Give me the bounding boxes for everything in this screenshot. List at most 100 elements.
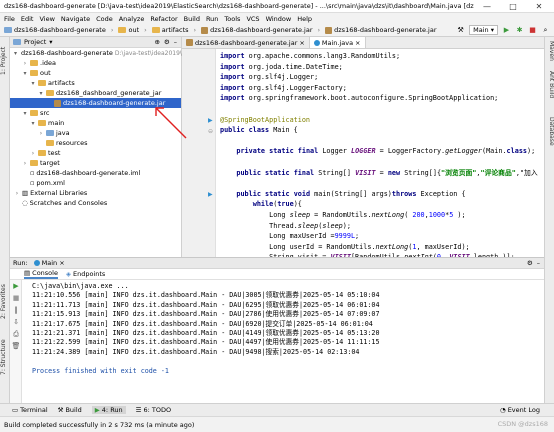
scroll-end-icon[interactable]: ⇩: [10, 316, 22, 328]
menu-item-code[interactable]: Code: [96, 15, 113, 23]
hide-icon[interactable]: –: [537, 259, 540, 267]
code-line[interactable]: public static final String[] VISIT = new…: [220, 168, 544, 179]
breadcrumb-item[interactable]: out: [128, 26, 139, 34]
code-line[interactable]: public class Main {: [220, 125, 544, 136]
breadcrumb-item[interactable]: artifacts: [162, 26, 189, 34]
code-line[interactable]: import org.joda.time.DateTime;: [220, 62, 544, 73]
tree-item[interactable]: ◌ Scratches and Consoles: [10, 198, 181, 208]
tree-item[interactable]: ▾ dzs168-dashboard-generate D:\java-test\i…: [10, 48, 208, 58]
minimize-button[interactable]: —: [474, 2, 500, 11]
code-line[interactable]: public static void main(String[] args)th…: [220, 189, 544, 200]
code-line[interactable]: [220, 178, 544, 189]
close-button[interactable]: ✕: [526, 2, 552, 11]
chevron-icon[interactable]: ›: [22, 160, 28, 167]
tree-item[interactable]: › .idea: [10, 58, 181, 68]
print-icon[interactable]: ⎙: [10, 328, 22, 340]
tab-todo[interactable]: ☰ 6: TODO: [136, 406, 171, 414]
tool-tab-ant[interactable]: Ant Build: [545, 71, 554, 111]
menu-item-tools[interactable]: Tools: [224, 15, 240, 23]
rerun-icon[interactable]: ▶: [10, 280, 22, 292]
menu-item-help[interactable]: Help: [297, 15, 312, 23]
menu-item-window[interactable]: Window: [266, 15, 292, 23]
chevron-down-icon[interactable]: ▾: [49, 38, 52, 46]
fold-icon[interactable]: ⊖: [208, 128, 213, 135]
settings-icon[interactable]: ⚙: [164, 38, 170, 46]
code-line[interactable]: import org.apache.commons.lang3.RandomUt…: [220, 51, 544, 62]
tab-main-java[interactable]: Main.java ×: [309, 37, 366, 48]
tool-tab-project[interactable]: 1: Project: [0, 41, 10, 81]
code-line[interactable]: Thread.sleep(sleep);: [220, 221, 544, 232]
run-gutter-icon[interactable]: ▶: [208, 117, 213, 124]
run-gutter-icon[interactable]: ▶: [208, 191, 213, 198]
tree-item[interactable]: ▾ dzs168_dashboard_generate_jar: [10, 88, 181, 98]
tab-endpoints[interactable]: ◈ Endpoints: [66, 270, 105, 278]
project-panel-title[interactable]: Project: [24, 38, 46, 46]
tree-item[interactable]: ▫ pom.xml: [10, 178, 181, 188]
close-icon[interactable]: ×: [299, 39, 304, 47]
run-icon[interactable]: ▶: [502, 26, 511, 35]
chevron-icon[interactable]: ›: [30, 150, 36, 157]
code-line[interactable]: Long userId = RandomUtils.nextLong(1, ma…: [220, 242, 544, 253]
tool-tab-maven[interactable]: Maven: [545, 41, 554, 65]
tool-tab-structure[interactable]: 7: Structure: [0, 337, 10, 377]
breadcrumb-item[interactable]: dzs168-dashboard-generate.jar: [210, 26, 312, 34]
code-line[interactable]: [220, 136, 544, 147]
pause-icon[interactable]: ‖: [10, 304, 22, 316]
tree-item[interactable]: ▾ artifacts: [10, 78, 181, 88]
console-output[interactable]: C:\java\bin\java.exe ... 11:21:10.556 [ma…: [32, 282, 379, 376]
chevron-icon[interactable]: ▾: [30, 120, 36, 127]
menu-item-vcs[interactable]: VCS: [246, 15, 259, 23]
code-line[interactable]: import org.slf4j.LoggerFactory;: [220, 83, 544, 94]
code-editor[interactable]: ▶ ▶ ⊖ import org.apache.commons.lang3.Ra…: [182, 49, 544, 257]
chevron-icon[interactable]: ▾: [22, 70, 28, 77]
hammer-icon[interactable]: ⚒: [456, 26, 465, 35]
run-config-tab[interactable]: Main ×: [33, 259, 65, 267]
close-icon[interactable]: ×: [59, 259, 64, 267]
menu-item-refactor[interactable]: Refactor: [150, 15, 177, 23]
chevron-icon[interactable]: ›: [14, 190, 20, 197]
tree-item[interactable]: › ▥ External Libraries: [10, 188, 181, 198]
tree-item[interactable]: › test: [10, 148, 181, 158]
close-icon[interactable]: ×: [355, 39, 360, 47]
menu-item-navigate[interactable]: Navigate: [61, 15, 90, 23]
breadcrumb-item[interactable]: dzs168-dashboard-generate.jar: [334, 26, 436, 34]
chevron-icon[interactable]: ▾: [22, 110, 28, 117]
code-content[interactable]: import org.apache.commons.lang3.RandomUt…: [220, 51, 544, 257]
maximize-button[interactable]: □: [500, 2, 526, 11]
debug-icon[interactable]: ✱: [515, 26, 524, 35]
run-configuration-select[interactable]: Main ▾: [469, 25, 498, 35]
code-line[interactable]: @SpringBootApplication: [220, 115, 544, 126]
chevron-icon[interactable]: ▾: [30, 80, 36, 87]
chevron-icon[interactable]: ›: [22, 60, 28, 67]
breadcrumb-item[interactable]: dzs168-dashboard-generate: [14, 26, 106, 34]
code-line[interactable]: Long maxUserId =9999L;: [220, 231, 544, 242]
tab-terminal[interactable]: ▭ Terminal: [12, 406, 48, 414]
tab-build[interactable]: ⚒ Build: [58, 406, 82, 414]
tab-event-log[interactable]: ◔ Event Log: [500, 406, 540, 414]
tool-tab-favorites[interactable]: 2: Favorites: [0, 282, 10, 322]
menu-item-view[interactable]: View: [39, 15, 54, 23]
locate-icon[interactable]: ⊕: [154, 38, 159, 46]
chevron-icon[interactable]: ▾: [38, 90, 44, 97]
tree-item[interactable]: ▾ out: [10, 68, 181, 78]
menu-item-analyze[interactable]: Analyze: [119, 15, 145, 23]
search-icon[interactable]: ⌕: [541, 26, 550, 35]
tree-item[interactable]: › target: [10, 158, 181, 168]
code-line[interactable]: import org.slf4j.Logger;: [220, 72, 544, 83]
stop-icon[interactable]: ■: [10, 292, 22, 304]
tab-run[interactable]: ▶ 4: Run: [91, 406, 126, 414]
code-line[interactable]: private static final Logger LOGGER = Log…: [220, 146, 544, 157]
chevron-icon[interactable]: ›: [38, 130, 44, 137]
stop-icon[interactable]: ■: [528, 26, 537, 35]
menu-item-edit[interactable]: Edit: [21, 15, 34, 23]
tab-console[interactable]: ▤ Console: [24, 269, 58, 279]
code-line[interactable]: while(true){: [220, 199, 544, 210]
tree-item[interactable]: ▫ dzs168-dashboard-generate.iml: [10, 168, 181, 178]
tab-jar[interactable]: dzs168-dashboard-generate.jar ×: [182, 37, 310, 48]
menu-item-run[interactable]: Run: [206, 15, 218, 23]
menu-item-build[interactable]: Build: [184, 15, 200, 23]
code-line[interactable]: import org.springframework.boot.autoconf…: [220, 93, 544, 104]
code-line[interactable]: Long sleep = RandomUtils.nextLong( 200,1…: [220, 210, 544, 221]
code-line[interactable]: [220, 157, 544, 168]
settings-icon[interactable]: ⚙: [527, 259, 533, 267]
